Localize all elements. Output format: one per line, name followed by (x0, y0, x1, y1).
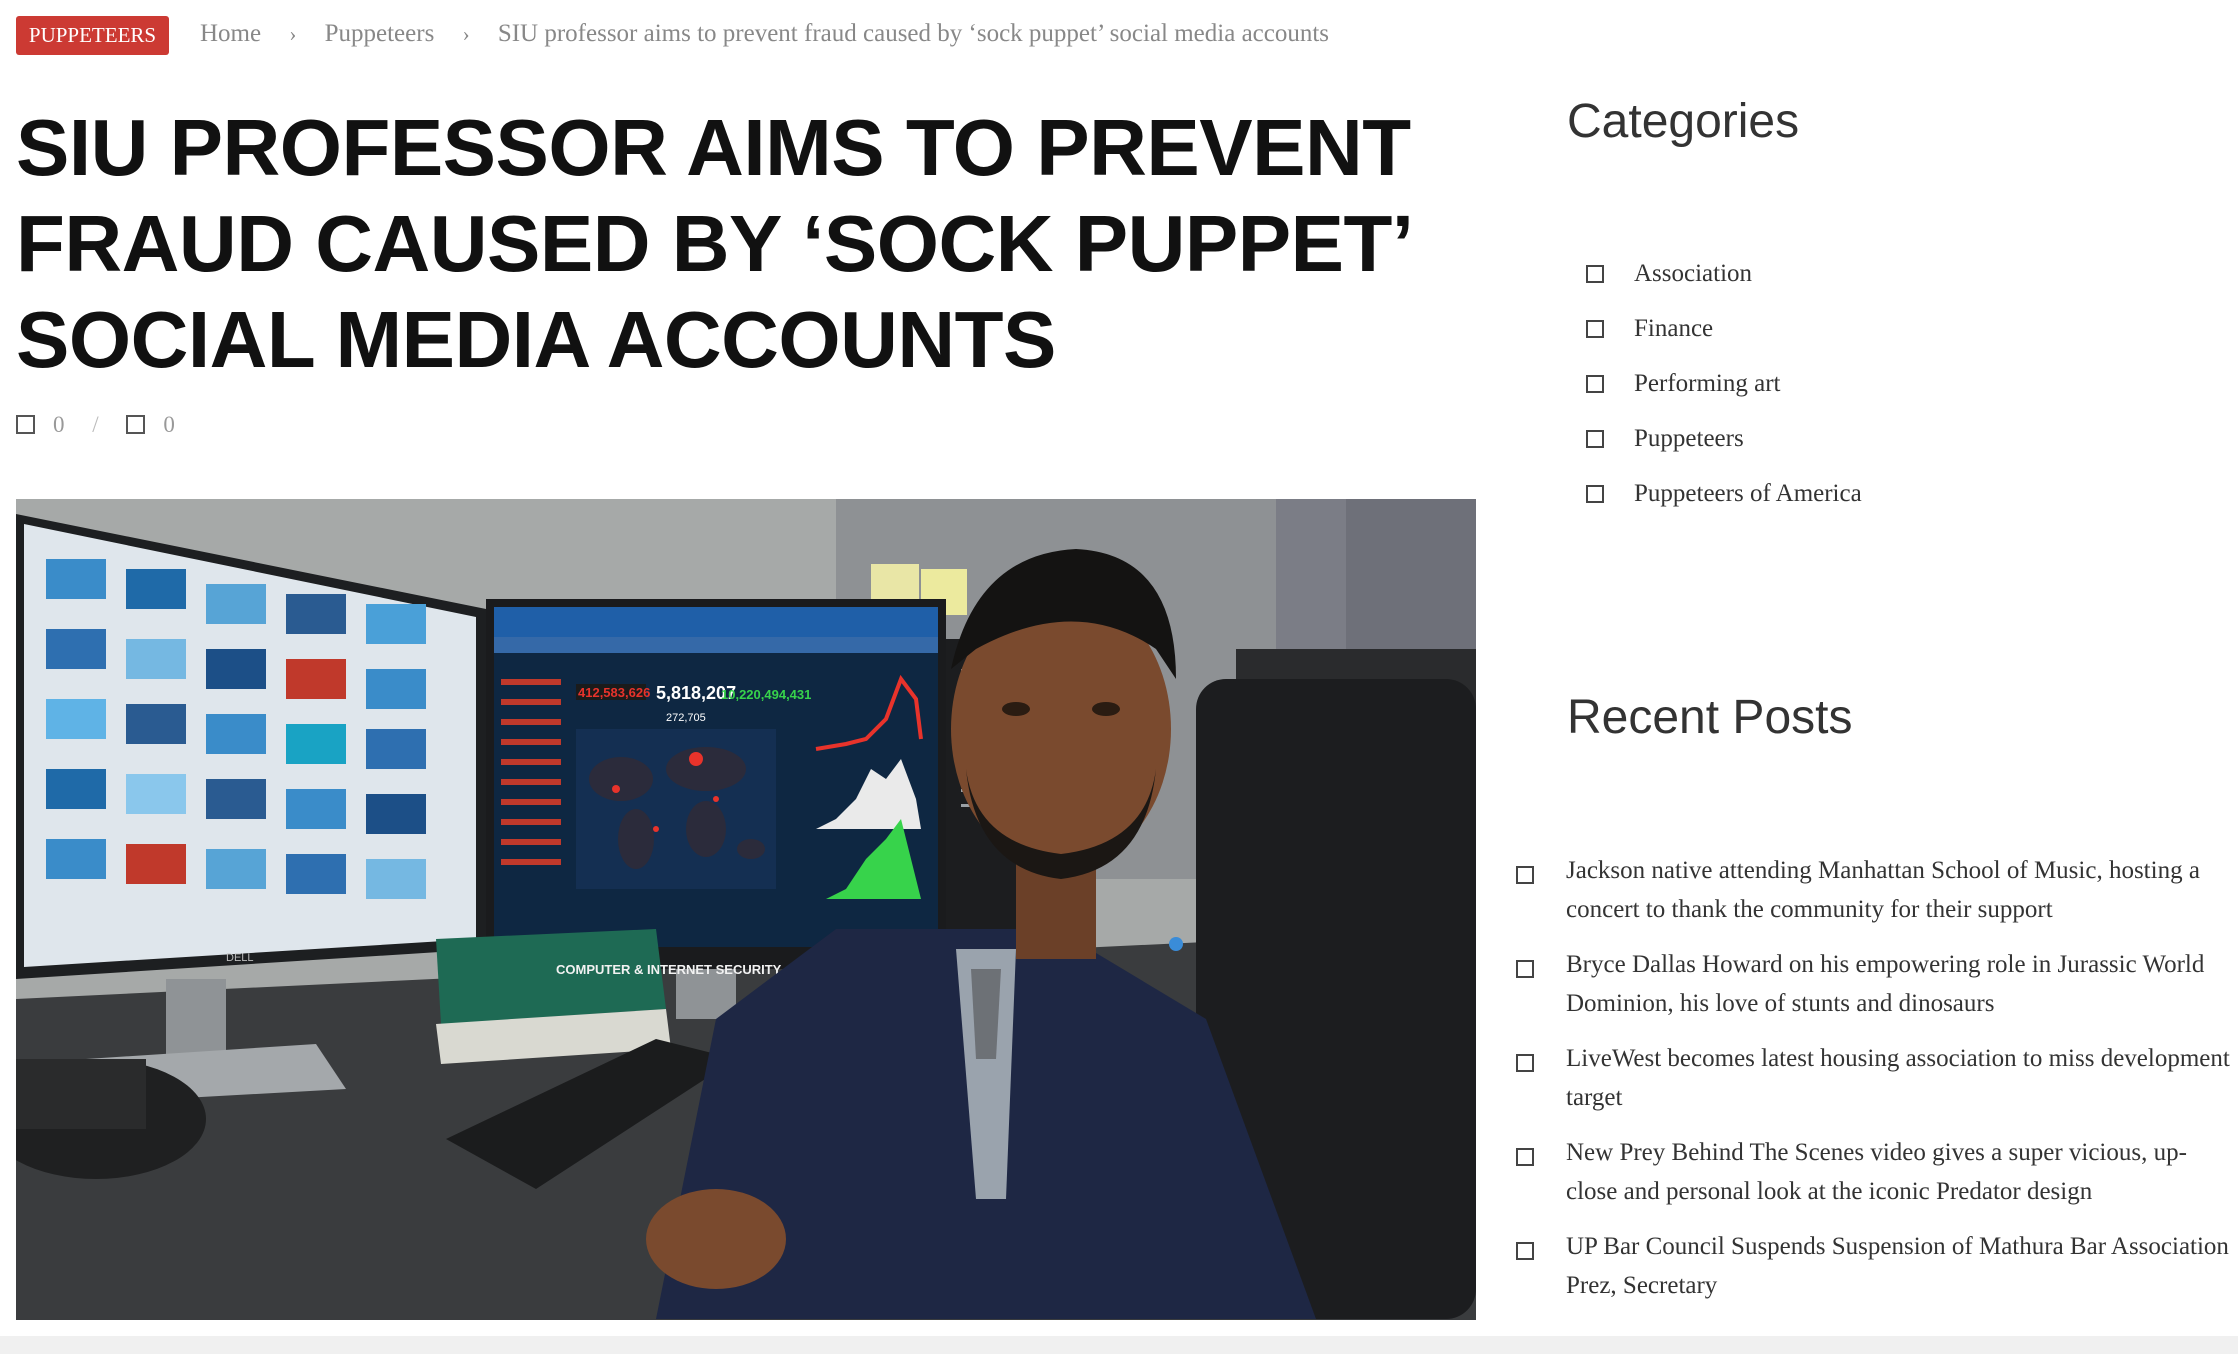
category-item[interactable]: Puppeteers (1586, 419, 1862, 474)
checkbox-bullet-icon (1586, 485, 1604, 504)
breadcrumb-category[interactable]: Puppeteers (325, 20, 435, 47)
category-label[interactable]: Finance (1634, 315, 1713, 342)
category-item[interactable]: Finance (1586, 309, 1862, 364)
checkbox-bullet-icon (1586, 430, 1604, 449)
meta-divider: / (92, 412, 99, 437)
category-item[interactable]: Puppeteers of America (1586, 474, 1862, 529)
recent-post-item[interactable]: Bryce Dallas Howard on his empowering ro… (1516, 945, 2236, 1039)
checkbox-bullet-icon (1516, 1148, 1534, 1166)
breadcrumb-current: SIU professor aims to prevent fraud caus… (497, 20, 1330, 47)
checkbox-bullet-icon (1516, 960, 1534, 978)
view-icon (126, 415, 146, 435)
recent-post-item[interactable]: LiveWest becomes latest housing associat… (1516, 1039, 2236, 1133)
recent-post-link[interactable]: Bryce Dallas Howard on his empowering ro… (1566, 951, 2204, 1017)
recent-post-link[interactable]: LiveWest becomes latest housing associat… (1566, 1045, 2230, 1111)
comment-icon (16, 415, 35, 435)
category-label[interactable]: Performing art (1634, 370, 1780, 397)
category-badge[interactable]: PUPPETEERS (16, 16, 169, 55)
breadcrumb-separator: › (289, 22, 297, 46)
breadcrumb-home[interactable]: Home (200, 20, 261, 47)
recent-posts-list: Jackson native attending Manhattan Schoo… (1516, 851, 2236, 1321)
recent-post-link[interactable]: Jackson native attending Manhattan Schoo… (1566, 857, 2200, 923)
category-item[interactable]: Association (1586, 254, 1862, 309)
recent-post-link[interactable]: UP Bar Council Suspends Suspension of Ma… (1566, 1233, 2229, 1299)
featured-image: DELL 412,583,626 5,818,207 10,220,494,43… (16, 499, 1476, 1320)
book-title-text: COMPUTER & INTERNET SECURITY (556, 962, 782, 977)
breadcrumb: Home › Puppeteers › SIU professor aims t… (200, 16, 1329, 55)
article-meta: 0 / 0 (16, 410, 175, 440)
comment-count[interactable]: 0 (53, 412, 65, 437)
checkbox-bullet-icon (1516, 1242, 1534, 1260)
breadcrumb-separator: › (462, 22, 470, 46)
recent-post-item[interactable]: Jackson native attending Manhattan Schoo… (1516, 851, 2236, 945)
recent-post-item[interactable]: New Prey Behind The Scenes video gives a… (1516, 1133, 2236, 1227)
dashboard-green-figure: 10,220,494,431 (721, 687, 811, 702)
category-item[interactable]: Performing art (1586, 364, 1862, 419)
checkbox-bullet-icon (1586, 265, 1604, 284)
categories-list: Association Finance Performing art Puppe… (1586, 254, 1862, 529)
dashboard-red-figure: 412,583,626 (578, 685, 650, 700)
category-label[interactable]: Puppeteers (1634, 425, 1744, 452)
category-label[interactable]: Association (1634, 260, 1752, 287)
categories-heading: Categories (1567, 95, 1800, 148)
monitor-brand-text: DELL (226, 952, 254, 964)
checkbox-bullet-icon (1516, 866, 1534, 884)
page-bottom-bar (0, 1336, 2238, 1354)
recent-post-item[interactable]: UP Bar Council Suspends Suspension of Ma… (1516, 1227, 2236, 1321)
article-title: SIU PROFESSOR AIMS TO PREVENT FRAUD CAUS… (16, 103, 1411, 384)
dashboard-sub-figure: 272,705 (666, 712, 706, 724)
recent-posts-heading: Recent Posts (1567, 691, 1853, 744)
checkbox-bullet-icon (1586, 320, 1604, 339)
checkbox-bullet-icon (1516, 1054, 1534, 1072)
checkbox-bullet-icon (1586, 375, 1604, 394)
recent-post-link[interactable]: New Prey Behind The Scenes video gives a… (1566, 1139, 2187, 1205)
category-label[interactable]: Puppeteers of America (1634, 480, 1862, 507)
view-count: 0 (163, 412, 175, 437)
